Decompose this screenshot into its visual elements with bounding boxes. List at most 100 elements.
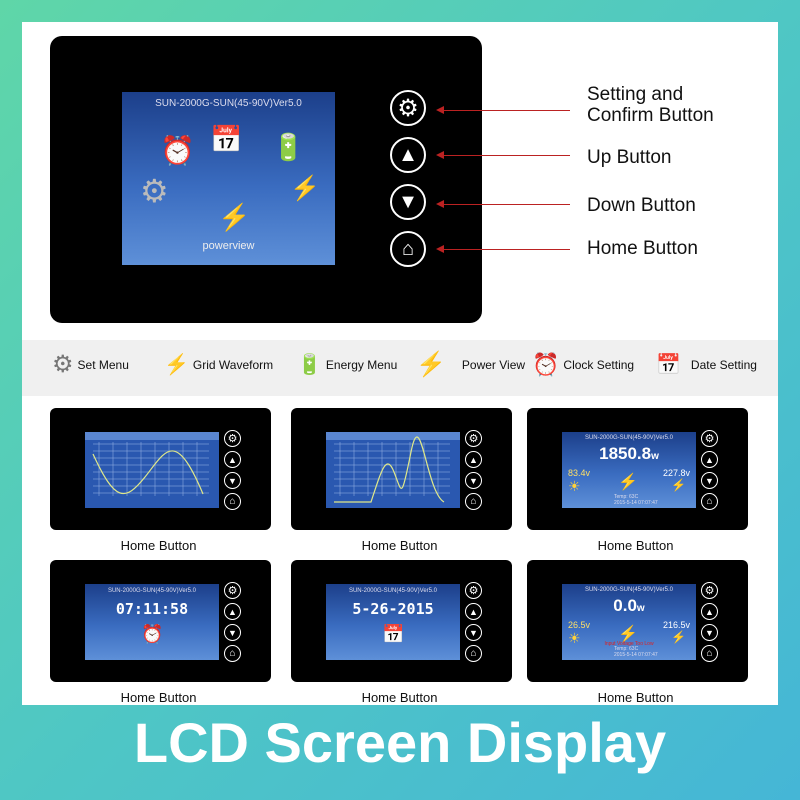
gear-icon[interactable]: ⚙ (140, 172, 169, 210)
lcd-thumbnail: ⚙ ▲ ▼ ⌂ (50, 408, 271, 530)
down-button[interactable]: ▼ (224, 624, 241, 641)
setting-button[interactable]: ⚙ (701, 430, 718, 447)
lcd-thumbnail: SUN-2000G-SUN(45-90V)Ver5.0 1850.8w 83.4… (527, 408, 748, 530)
thumbnail-caption: Home Button (361, 690, 438, 705)
home-button[interactable]: ⌂ (465, 493, 482, 510)
date-value: 5-26-2015 (352, 600, 434, 618)
banner-title: LCD Screen Display (133, 711, 667, 774)
callout-setting: Setting and Confirm Button (587, 84, 714, 126)
lightning-icon[interactable]: ⚡ (218, 202, 250, 233)
home-button[interactable]: ⌂ (224, 645, 241, 662)
clock-icon: ⏰ (141, 624, 164, 644)
version-text: SUN-2000G-SUN(45-90V)Ver5.0 (155, 98, 302, 109)
up-button[interactable]: ▲ (390, 137, 426, 173)
grid-waveform-icon: ⚡ (671, 478, 686, 492)
setting-button[interactable]: ⚙ (465, 582, 482, 599)
calendar-icon[interactable]: 📅 (210, 124, 242, 155)
gear-icon: ⚙ (52, 351, 74, 378)
legend-grid-waveform: ⚡ Grid Waveform (164, 350, 273, 380)
callout-arrow (436, 151, 570, 159)
legend-date-setting: 📅 Date Setting (656, 350, 757, 380)
thumbnail-caption: Home Button (120, 690, 197, 705)
home-button[interactable]: ⌂ (701, 493, 718, 510)
version-text: SUN-2000G-SUN(45-90V)Ver5.0 (348, 588, 438, 594)
clock-icon: ⏰ (532, 352, 560, 377)
lcd-screen: SUN-2000G-SUN(45-90V)Ver5.0 0.0w 26.5v ☀… (562, 584, 696, 660)
lcd-screen: SUN-2000G-SUN(45-90V)Ver5.0 1850.8w 83.4… (562, 432, 696, 508)
power-readout: 1850.8w (562, 444, 696, 464)
battery-icon: 🔋 (297, 354, 322, 376)
setting-button[interactable]: ⚙ (465, 430, 482, 447)
status-footer: Temp: 63C 2015-5-14 07:07:47 (614, 494, 658, 506)
setting-button[interactable]: ⚙ (390, 90, 426, 126)
home-button[interactable]: ⌂ (465, 645, 482, 662)
up-button[interactable]: ▲ (465, 603, 482, 620)
up-button[interactable]: ▲ (224, 451, 241, 468)
down-button[interactable]: ▼ (701, 624, 718, 641)
lcd-screen: SUN-2000G-SUN(45-90V)Ver5.0 5-26-2015 📅 (326, 584, 460, 660)
legend-set-menu: ⚙ Set Menu (52, 350, 129, 380)
lcd-screen: SUN-2000G-SUN(45-90V)Ver5.0 07:11:58 ⏰ (85, 584, 219, 660)
callout-down: Down Button (587, 195, 696, 216)
legend-label: Energy Menu (325, 358, 398, 372)
grid-waveform-icon: ⚡ (164, 354, 189, 376)
main-device: SUN-2000G-SUN(45-90V)Ver5.0 ⏰ 📅 🔋 ⚙ ⚡ ⚡ … (50, 36, 482, 323)
legend-label: Grid Waveform (192, 358, 274, 372)
home-button[interactable]: ⌂ (701, 645, 718, 662)
legend-label: Date Setting (690, 358, 757, 372)
clock-value: 07:11:58 (115, 600, 189, 618)
setting-button[interactable]: ⚙ (224, 430, 241, 447)
callout-home: Home Button (587, 238, 698, 259)
setting-button[interactable]: ⚙ (701, 582, 718, 599)
home-button[interactable]: ⌂ (390, 231, 426, 267)
lcd-screen (326, 432, 460, 508)
solar-panel-icon: ☀ (568, 478, 581, 494)
callout-up: Up Button (587, 147, 672, 168)
thumbnail-caption: Home Button (597, 690, 674, 705)
power-unit: w (651, 451, 659, 462)
callout-arrow (436, 200, 570, 208)
up-button[interactable]: ▲ (224, 603, 241, 620)
up-button[interactable]: ▲ (465, 451, 482, 468)
clock-icon[interactable]: ⏰ (160, 134, 195, 167)
calendar-icon: 📅 (656, 354, 681, 376)
up-button[interactable]: ▲ (701, 451, 718, 468)
lightning-icon: ⚡ (618, 474, 638, 491)
down-button[interactable]: ▼ (390, 184, 426, 220)
screen-label: powerview (202, 240, 255, 252)
calendar-icon: 📅 (382, 624, 405, 644)
down-button[interactable]: ▼ (465, 472, 482, 489)
lcd-thumbnail: SUN-2000G-SUN(45-90V)Ver5.0 5-26-2015 📅 … (291, 560, 512, 682)
pv-voltage: 83.4v (568, 468, 591, 478)
main-screen: SUN-2000G-SUN(45-90V)Ver5.0 ⏰ 📅 🔋 ⚙ ⚡ ⚡ … (122, 92, 335, 265)
thumbnail-caption: Home Button (361, 538, 438, 553)
power-value: 1850.8 (599, 444, 652, 463)
grid-voltage: 216.5v (662, 620, 690, 630)
grid-waveform-chart (326, 432, 460, 503)
down-button[interactable]: ▼ (701, 472, 718, 489)
status-footer: Temp: 63C 2015-5-14 07:07:47 (614, 646, 658, 658)
lcd-thumbnail: SUN-2000G-SUN(45-90V)Ver5.0 0.0w 26.5v ☀… (527, 560, 748, 682)
icon-legend: ⚙ Set Menu ⚡ Grid Waveform 🔋 Energy Menu ⚡ P… (22, 340, 778, 396)
power-unit: w (636, 603, 645, 614)
legend-label: Power View (461, 358, 526, 372)
up-button[interactable]: ▲ (701, 603, 718, 620)
home-button[interactable]: ⌂ (224, 493, 241, 510)
down-button[interactable]: ▼ (224, 472, 241, 489)
grid-waveform-icon[interactable]: ⚡ (290, 174, 320, 203)
lcd-thumbnail: SUN-2000G-SUN(45-90V)Ver5.0 07:11:58 ⏰ ⚙… (50, 560, 271, 682)
pv-voltage: 26.5v (568, 620, 591, 630)
lcd-thumbnail: ⚙ ▲ ▼ ⌂ (291, 408, 512, 530)
battery-icon[interactable]: 🔋 (272, 132, 304, 163)
legend-clock-setting: ⏰ Clock Setting (532, 350, 634, 380)
thumbnail-caption: Home Button (597, 538, 674, 553)
version-text: SUN-2000G-SUN(45-90V)Ver5.0 (584, 587, 674, 593)
thumbnail-caption: Home Button (120, 538, 197, 553)
version-text: SUN-2000G-SUN(45-90V)Ver5.0 (107, 588, 197, 594)
down-button[interactable]: ▼ (465, 624, 482, 641)
power-value: 0.0 (613, 596, 637, 615)
setting-button[interactable]: ⚙ (224, 582, 241, 599)
callout-arrow (436, 245, 570, 253)
grid-waveform-chart (85, 432, 219, 496)
version-text: SUN-2000G-SUN(45-90V)Ver5.0 (584, 435, 674, 441)
